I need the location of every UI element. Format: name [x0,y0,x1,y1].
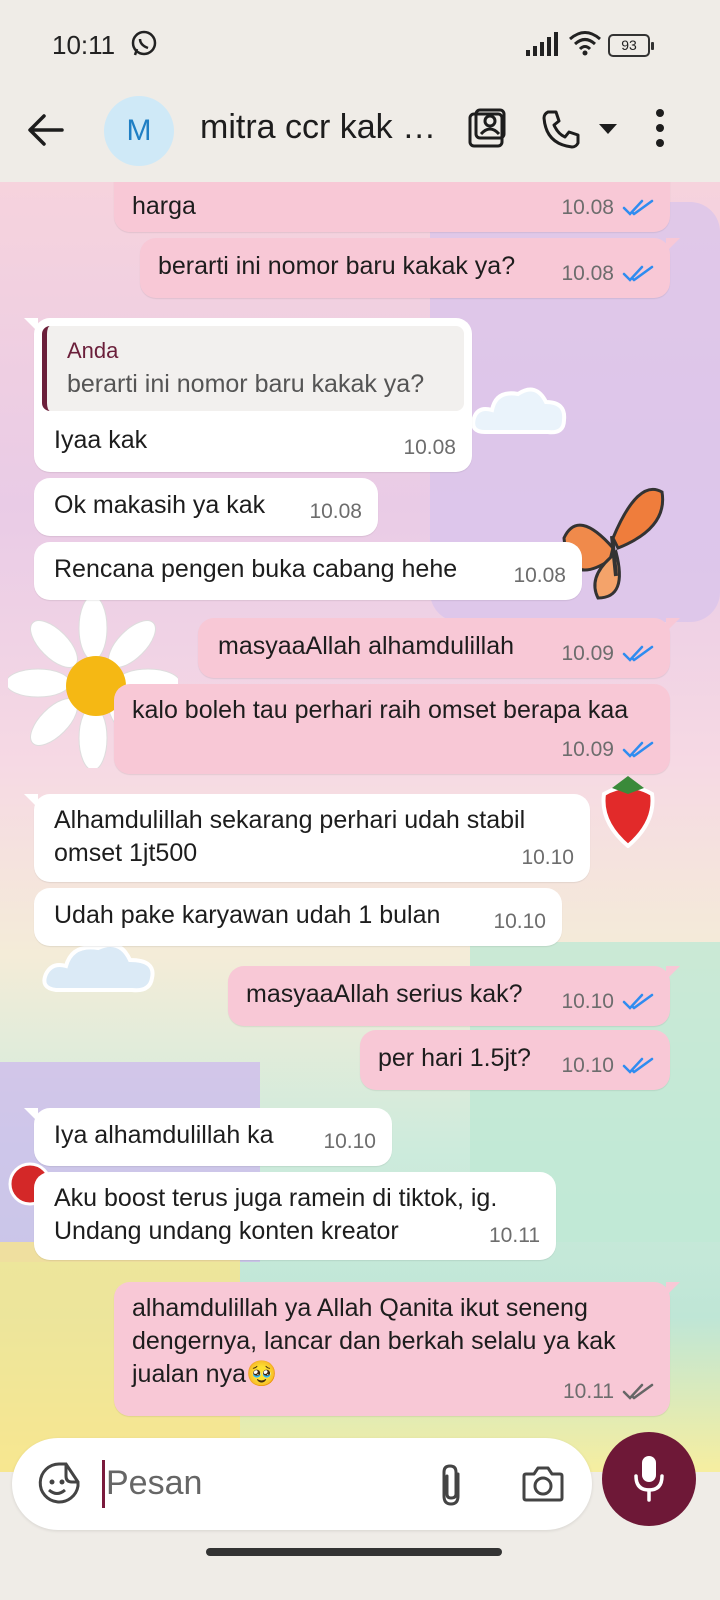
avatar[interactable]: M [104,96,174,166]
message-meta: 10.10 [521,841,574,874]
message-bubble-outgoing[interactable]: masyaaAllah serius kak? 10.10 [228,966,680,1026]
message-meta: 10.10 [561,1049,654,1082]
attach-icon[interactable] [436,1462,466,1508]
message-bubble-outgoing[interactable]: alhamdulillah ya Allah Qanita ikut senen… [114,1282,680,1416]
message-time: 10.09 [561,738,614,761]
message-bubble-outgoing[interactable]: harga 10.08 [114,182,670,232]
voice-record-button[interactable] [602,1432,696,1526]
message-text: berarti ini nomor baru kakak ya? [158,252,516,280]
message-meta: 10.10 [323,1125,376,1158]
message-text: Alhamdulillah sekarang perhari udah stab… [54,806,526,867]
message-input-container[interactable]: Pesan [12,1438,592,1530]
message-bubble-outgoing[interactable]: masyaaAllah alhamdulillah 10.09 [198,618,680,678]
message-input-bar: Pesan [0,1430,720,1600]
message-meta: 10.08 [513,559,566,592]
read-receipt-icon [622,645,654,662]
message-time: 10.10 [521,846,574,869]
text-cursor [102,1460,105,1508]
read-receipt-icon [622,199,654,216]
message-text: Iyaa kak [54,426,148,454]
message-text: masyaaAllah alhamdulillah [218,632,514,660]
message-meta: 10.08 [561,191,654,224]
message-text: per hari 1.5jt? [378,1044,531,1072]
cloud-sticker-icon [471,387,567,435]
message-time: 10.11 [489,1224,540,1247]
message-bubble-incoming[interactable]: Udah pake karyawan udah 1 bulan 10.10 [34,888,562,946]
message-bubble-incoming[interactable]: Anda berarti ini nomor baru kakak ya? Iy… [24,318,472,472]
message-time: 10.08 [403,436,456,459]
message-time: 10.10 [561,1054,614,1077]
home-indicator[interactable] [206,1548,502,1556]
message-meta: 10.09 [561,733,654,766]
message-time: 10.11 [563,1380,614,1403]
read-receipt-icon [622,1057,654,1074]
cloud-sticker-icon [42,943,155,993]
message-bubble-incoming[interactable]: Iya alhamdulillah ka 10.10 [24,1108,392,1166]
chat-header: M mitra ccr kak r... [0,90,720,182]
whatsapp-icon [131,30,157,56]
camera-icon[interactable] [522,1464,564,1502]
message-time: 10.08 [309,500,362,523]
contact-name[interactable]: mitra ccr kak r... [200,108,438,147]
message-input[interactable]: Pesan [106,1458,202,1508]
battery-icon: 93 [608,34,654,57]
message-bubble-incoming[interactable]: Alhamdulillah sekarang perhari udah stab… [24,794,590,882]
status-bar: 10:11 93 [0,0,720,90]
message-text: Udah pake karyawan udah 1 bulan [54,901,441,929]
message-text: harga [132,192,196,220]
message-meta: 10.09 [561,637,654,670]
sticker-icon[interactable] [36,1460,82,1506]
quote-author: Anda [67,338,119,363]
message-meta: 10.08 [309,495,362,528]
signal-icon [526,32,558,56]
wifi-icon [569,31,601,56]
back-arrow-icon[interactable] [26,110,66,150]
message-meta: 10.10 [561,985,654,1018]
message-bubble-outgoing[interactable]: kalo boleh tau perhari raih omset berapa… [114,684,670,774]
message-bubble-incoming[interactable]: Ok makasih ya kak 10.08 [34,478,378,536]
message-time: 10.09 [561,642,614,665]
delivered-receipt-icon [622,1383,654,1400]
message-time: 10.10 [561,990,614,1013]
status-time: 10:11 [52,30,116,60]
message-text: masyaaAllah serius kak? [246,980,523,1008]
message-time: 10.08 [561,196,614,219]
quoted-message[interactable]: Anda berarti ini nomor baru kakak ya? [42,326,464,411]
message-time: 10.08 [513,564,566,587]
read-receipt-icon [622,993,654,1010]
message-meta: 10.10 [493,905,546,938]
message-bubble-outgoing[interactable]: berarti ini nomor baru kakak ya? 10.08 [140,238,680,298]
phone-icon[interactable] [540,108,582,150]
message-bubble-outgoing[interactable]: per hari 1.5jt? 10.10 [360,1030,670,1090]
message-meta: 10.11 [563,1375,654,1408]
message-bubble-incoming[interactable]: Aku boost terus juga ramein di tiktok, i… [34,1172,556,1260]
message-time: 10.10 [493,910,546,933]
read-receipt-icon [622,741,654,758]
mic-icon [634,1456,664,1502]
strawberry-sticker-icon [601,776,655,848]
chat-area[interactable]: harga 10.08 berarti ini nomor baru kakak… [0,182,720,1472]
message-text: Ok makasih ya kak [54,491,266,519]
video-call-icon[interactable] [466,108,508,150]
quote-text: berarti ini nomor baru kakak ya? [67,370,425,398]
message-text: kalo boleh tau perhari raih omset berapa… [132,696,629,724]
read-receipt-icon [622,265,654,282]
message-time: 10.08 [561,262,614,285]
message-meta: 10.08 [403,431,456,464]
message-text: Aku boost terus juga ramein di tiktok, i… [54,1184,498,1245]
chevron-down-icon[interactable] [598,122,618,136]
message-meta: 10.08 [561,257,654,290]
message-text: Rencana pengen buka cabang hehe [54,555,458,583]
message-meta: 10.11 [489,1219,540,1252]
message-time: 10.10 [323,1130,376,1153]
message-text: Iya alhamdulillah ka [54,1121,274,1149]
more-vertical-icon[interactable] [654,108,666,148]
message-bubble-incoming[interactable]: Rencana pengen buka cabang hehe 10.08 [34,542,582,600]
